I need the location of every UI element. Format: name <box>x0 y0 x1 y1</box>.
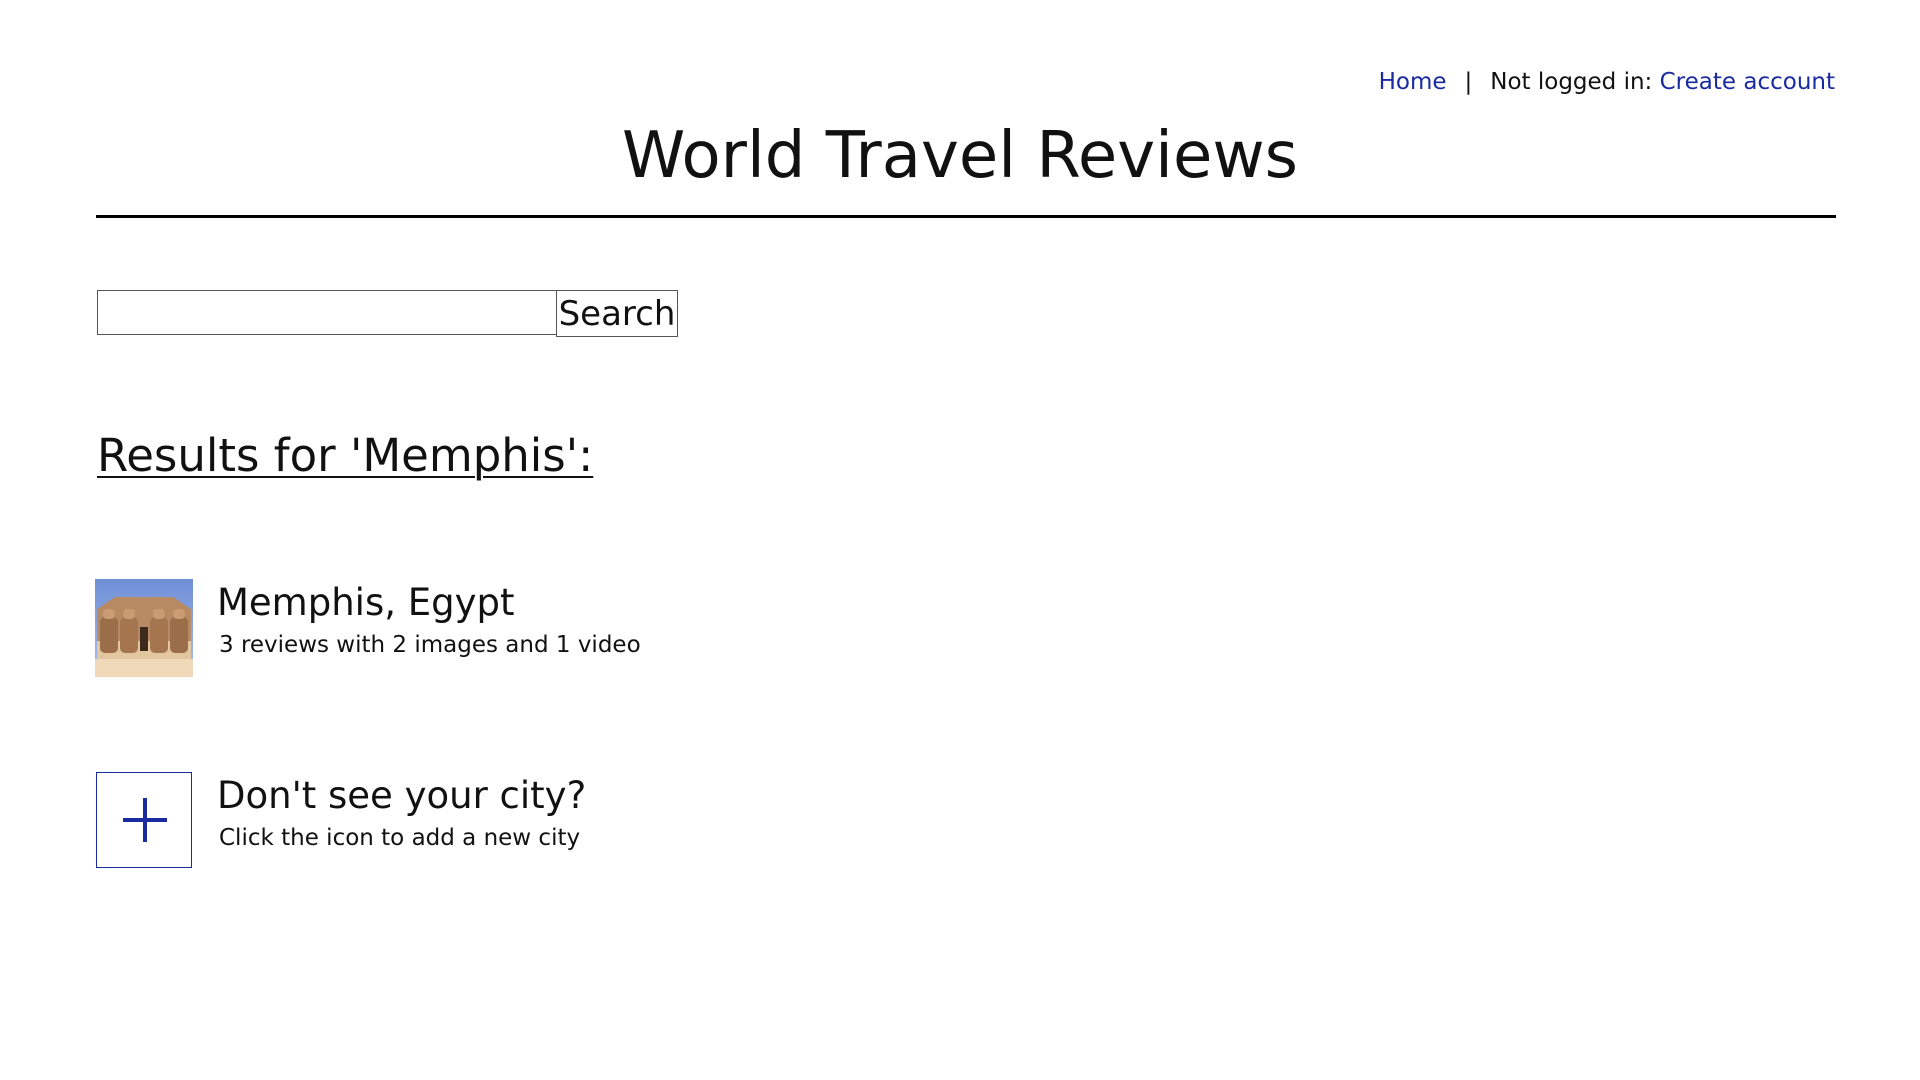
add-city-instruction: Click the icon to add a new city <box>219 825 581 851</box>
nav-separator: | <box>1464 69 1473 95</box>
create-account-link[interactable]: Create account <box>1660 69 1835 95</box>
search-button[interactable]: Search <box>556 290 678 337</box>
site-title: World Travel Reviews <box>621 119 1299 193</box>
result-title[interactable]: Memphis, Egypt <box>217 581 515 625</box>
login-status-text: Not logged in: <box>1490 69 1653 95</box>
search-input[interactable] <box>97 290 556 335</box>
plus-icon[interactable] <box>96 772 192 868</box>
header-divider <box>96 215 1836 218</box>
temple-photo-icon <box>95 579 193 677</box>
add-city-item: Don't see your city? Click the icon to a… <box>95 772 895 870</box>
home-link[interactable]: Home <box>1379 69 1447 95</box>
top-navigation: Home | Not logged in: Create account <box>1379 68 1835 96</box>
result-summary: 3 reviews with 2 images and 1 video <box>219 632 641 658</box>
egyptian-temple-thumbnail[interactable] <box>95 579 193 677</box>
results-heading: Results for 'Memphis': <box>97 429 594 482</box>
result-item-memphis-egypt[interactable]: Memphis, Egypt 3 reviews with 2 images a… <box>95 579 895 677</box>
add-city-title: Don't see your city? <box>217 774 587 817</box>
page: Home | Not logged in: Create account World… <box>0 0 1920 1080</box>
